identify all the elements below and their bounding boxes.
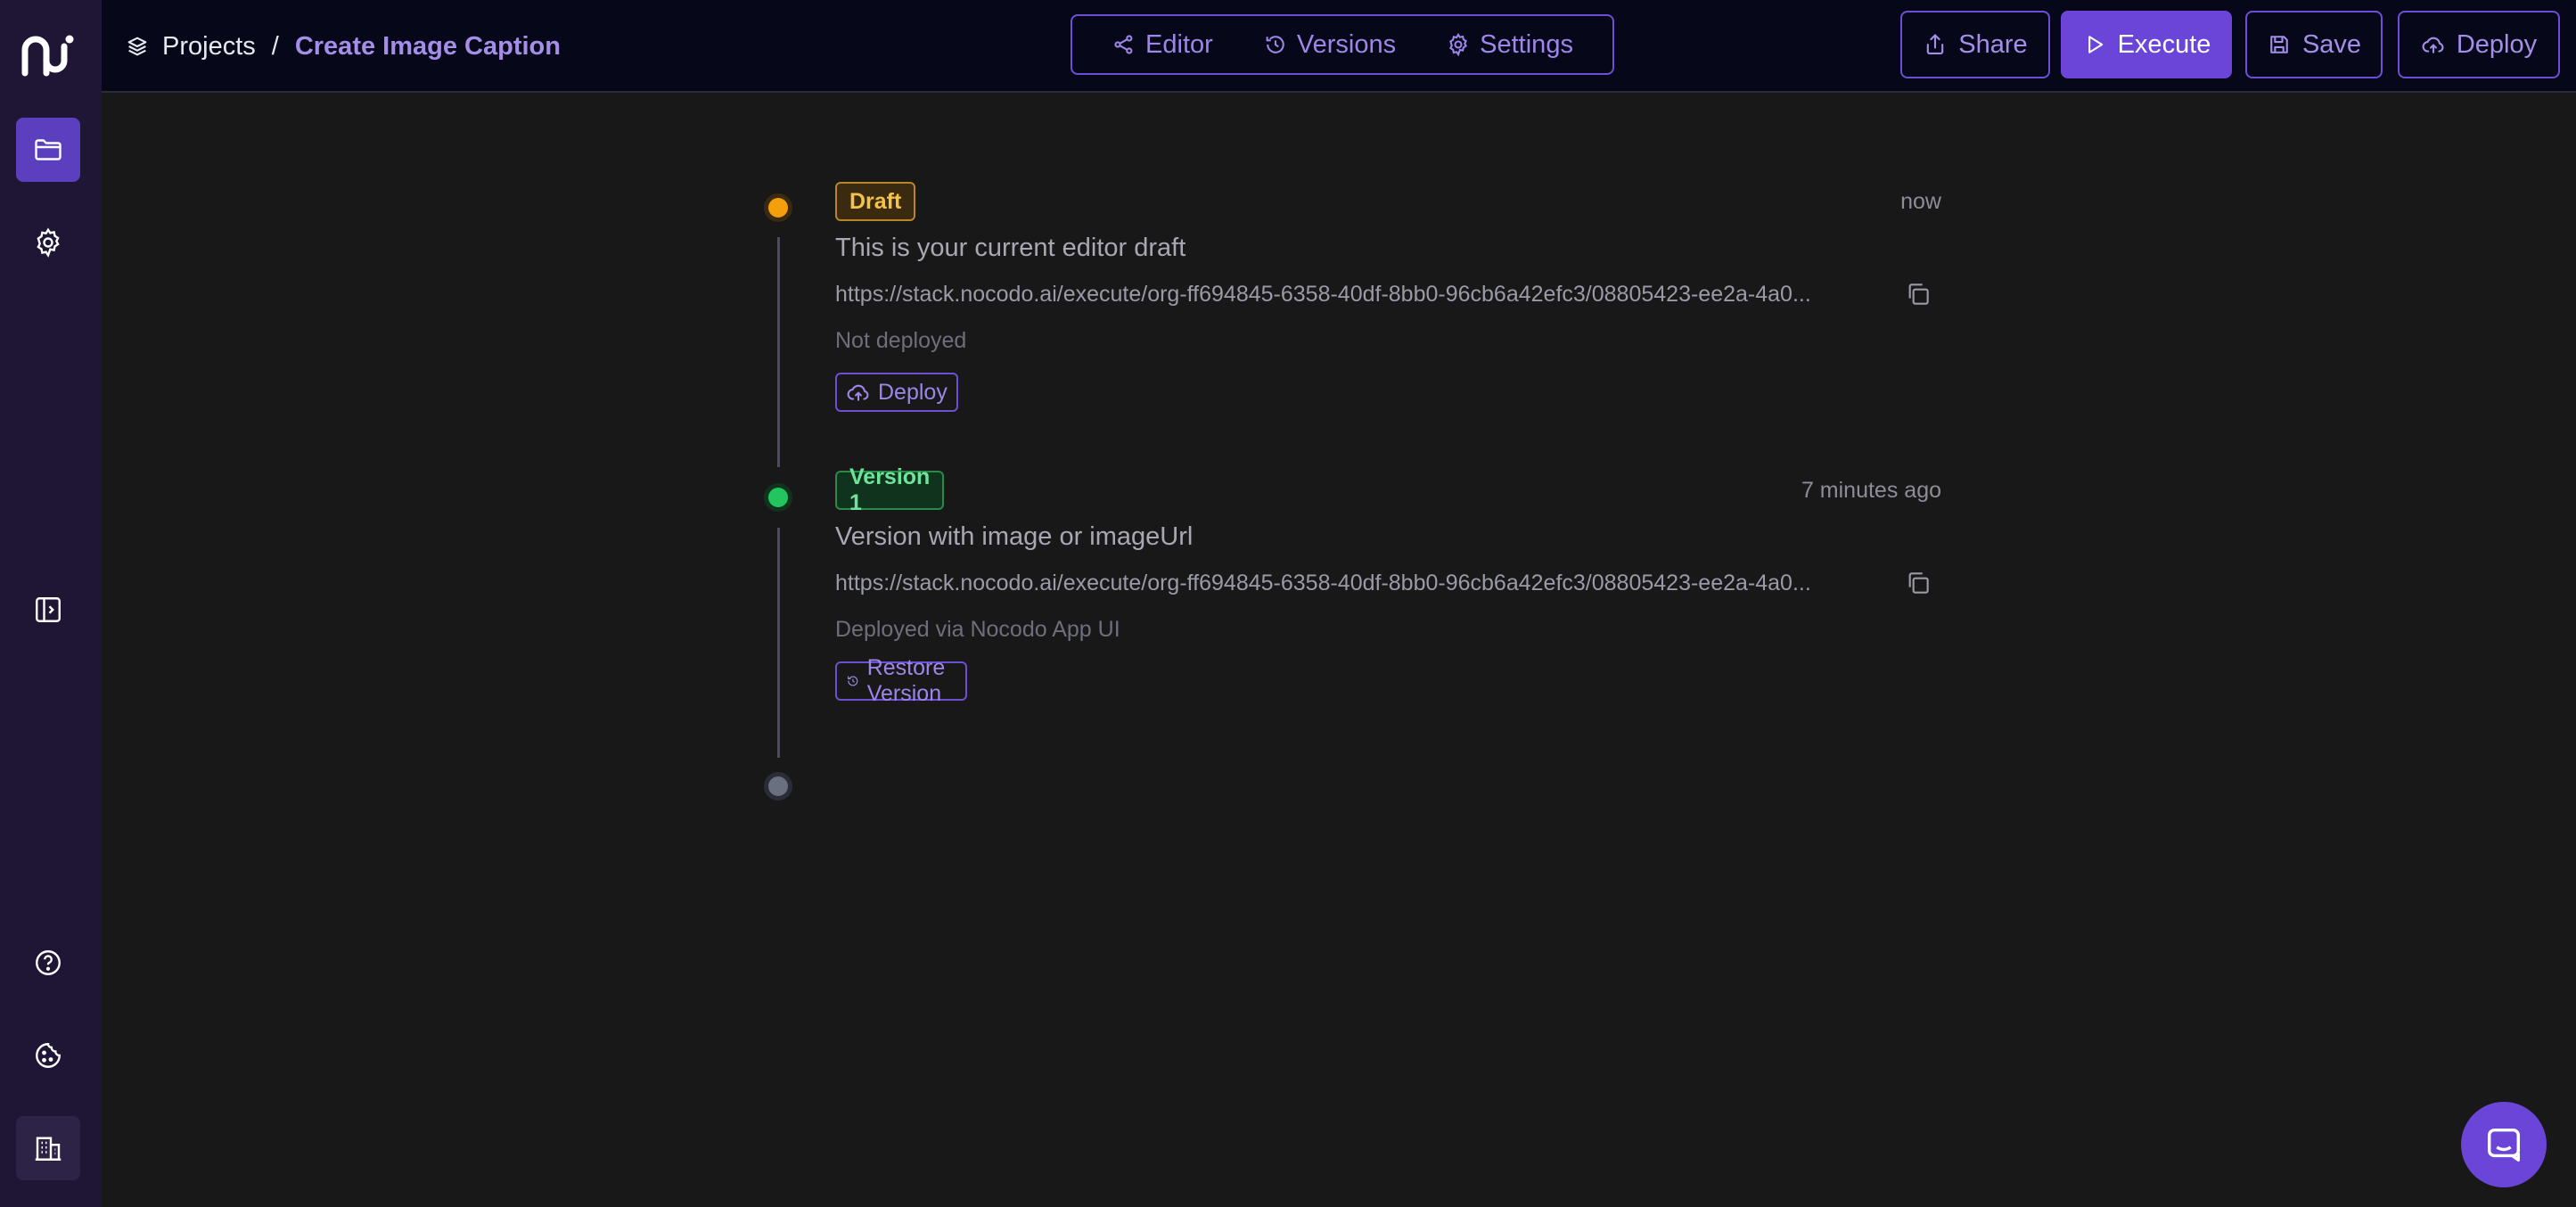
- help-icon: [36, 950, 61, 975]
- deploy-status: Deployed via Nocodo App UI: [835, 617, 1120, 642]
- chat-icon: [2487, 1128, 2521, 1162]
- restore-version-label: Restore Version: [866, 655, 946, 706]
- copy-icon[interactable]: [1904, 569, 1932, 597]
- deploy-button[interactable]: Deploy: [2398, 11, 2560, 78]
- timeline-dot-end: [768, 776, 788, 796]
- sidebar-item-settings[interactable]: [16, 210, 80, 275]
- top-bar: Projects / Create Image Caption Editor V…: [102, 0, 2576, 93]
- version-deploy-button[interactable]: Deploy: [835, 373, 958, 412]
- cloud-upload-icon: [2422, 37, 2444, 53]
- sidebar: [0, 0, 102, 1207]
- share-nodes-icon: [1114, 35, 1133, 54]
- share-icon: [1927, 34, 1944, 54]
- timeline-line: [777, 237, 780, 467]
- save-icon: [2270, 36, 2288, 53]
- cloud-upload-icon: [847, 384, 869, 401]
- timeline-dot-version-1: [768, 488, 788, 507]
- view-tabs: Editor Versions Settings: [1071, 14, 1614, 75]
- sidebar-item-projects[interactable]: [16, 118, 80, 182]
- gear-icon: [1449, 32, 1468, 57]
- restore-icon: [848, 676, 858, 686]
- sidebar-item-cookies[interactable]: [16, 1023, 80, 1088]
- breadcrumb-projects-link[interactable]: Projects: [162, 32, 256, 62]
- version-url: https://stack.nocodo.ai/execute/org-ff69…: [835, 282, 1811, 307]
- folder-icon: [35, 139, 62, 160]
- version-deploy-label: Deploy: [878, 379, 948, 405]
- tab-editor-label: Editor: [1145, 29, 1213, 59]
- tab-editor[interactable]: Editor: [1112, 30, 1213, 60]
- execute-button-label: Execute: [2117, 29, 2211, 59]
- gear-icon: [37, 227, 60, 258]
- version-title: This is your current editor draft: [835, 234, 1186, 262]
- copy-icon[interactable]: [1904, 280, 1932, 308]
- version-timestamp: now: [1900, 189, 1941, 214]
- version-timestamp: 7 minutes ago: [1801, 478, 1941, 503]
- save-button[interactable]: Save: [2245, 11, 2383, 78]
- deploy-status: Not deployed: [835, 328, 967, 353]
- version-url: https://stack.nocodo.ai/execute/org-ff69…: [835, 571, 1811, 595]
- status-badge: Draft: [835, 182, 916, 221]
- page-title: Create Image Caption: [294, 31, 561, 61]
- sidebar-expand-icon: [36, 597, 61, 622]
- layers-icon: [127, 37, 147, 56]
- version-title: Version with image or imageUrl: [835, 522, 1194, 551]
- deploy-button-label: Deploy: [2456, 29, 2538, 59]
- chat-launcher-button[interactable]: [2461, 1102, 2547, 1187]
- restore-version-button[interactable]: Restore Version: [835, 655, 967, 706]
- sidebar-toggle[interactable]: [16, 578, 80, 642]
- timeline-line: [777, 528, 780, 758]
- building-icon: [35, 1137, 62, 1161]
- share-button-label: Share: [1958, 29, 2028, 59]
- tab-versions-label: Versions: [1296, 29, 1397, 59]
- save-button-label: Save: [2301, 29, 2362, 59]
- history-icon: [1266, 36, 1284, 53]
- status-badge: Version 1: [835, 464, 945, 515]
- timeline-dot-draft: [768, 198, 788, 218]
- sidebar-item-help[interactable]: [16, 931, 80, 995]
- sidebar-item-organization[interactable]: [16, 1116, 80, 1180]
- tab-settings-label: Settings: [1480, 29, 1573, 59]
- nocodo-logo[interactable]: [20, 34, 77, 78]
- execute-button[interactable]: Execute: [2061, 11, 2232, 78]
- cookie-icon: [36, 1043, 61, 1068]
- tab-settings[interactable]: Settings: [1446, 30, 1573, 60]
- tab-versions[interactable]: Versions: [1263, 30, 1396, 60]
- play-icon: [2088, 36, 2103, 53]
- breadcrumb-separator: /: [271, 31, 279, 61]
- breadcrumb: Projects / Create Image Caption: [125, 27, 561, 66]
- share-button[interactable]: Share: [1900, 11, 2050, 78]
